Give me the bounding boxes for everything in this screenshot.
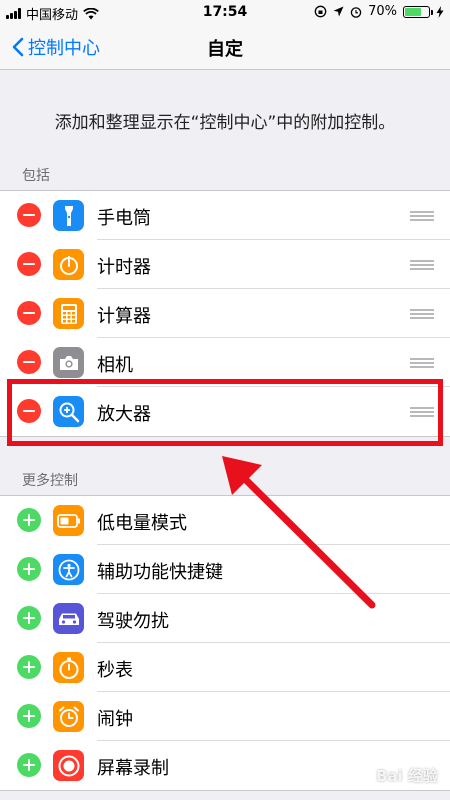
control-label: 驾驶勿扰	[97, 611, 169, 632]
orientation-lock-icon	[314, 5, 327, 18]
plus-icon-bar	[27, 612, 31, 624]
add-button[interactable]	[17, 753, 41, 777]
control-label: 计算器	[97, 306, 151, 327]
control-label: 辅助功能快捷键	[97, 562, 223, 583]
plus-icon-bar	[27, 563, 31, 575]
add-button[interactable]	[17, 508, 41, 532]
navigation-bar: 控制中心 自定	[0, 24, 450, 70]
reorder-handle[interactable]	[410, 407, 434, 417]
flashlight-icon	[53, 200, 84, 231]
accessibility-icon	[53, 554, 84, 585]
watermark: Bai 经验	[376, 767, 438, 785]
minus-icon	[23, 213, 35, 217]
minus-icon	[23, 360, 35, 364]
minus-icon	[23, 262, 35, 266]
plus-icon-bar	[27, 514, 31, 526]
car-icon	[53, 603, 84, 634]
remove-button[interactable]	[17, 252, 41, 276]
location-icon	[333, 6, 344, 17]
minus-icon	[23, 311, 35, 315]
control-label: 计时器	[97, 257, 151, 278]
control-label: 屏幕录制	[97, 758, 169, 779]
add-button[interactable]	[17, 655, 41, 679]
status-bar: 中国移动 17:54 70%	[0, 0, 450, 24]
remove-button[interactable]	[17, 399, 41, 423]
control-label: 闹钟	[97, 709, 133, 730]
alarm-status-icon	[350, 6, 362, 18]
section-header-more-controls: 更多控制	[22, 473, 78, 489]
battery-percent: 70%	[368, 4, 397, 19]
included-row: 相机	[0, 338, 450, 387]
reorder-handle[interactable]	[410, 309, 434, 319]
low-power-mode-icon	[53, 505, 84, 536]
screen-record-icon	[53, 750, 84, 781]
status-right: 70%	[314, 4, 444, 19]
charging-bolt-icon	[436, 5, 444, 18]
remove-button[interactable]	[17, 301, 41, 325]
included-controls-list: 手电筒计时器计算器相机放大器	[0, 190, 450, 437]
reorder-handle[interactable]	[410, 260, 434, 270]
calculator-icon	[53, 298, 84, 329]
section-header-included: 包括	[22, 168, 50, 184]
timer-icon	[53, 249, 84, 280]
included-row: 计算器	[0, 289, 450, 338]
plus-icon-bar	[27, 661, 31, 673]
stopwatch-icon	[53, 652, 84, 683]
camera-icon	[53, 347, 84, 378]
more-controls-row: 低电量模式	[0, 496, 450, 545]
minus-icon	[23, 409, 35, 413]
add-button[interactable]	[17, 557, 41, 581]
more-controls-list: 低电量模式辅助功能快捷键 驾驶勿扰秒表闹钟屏幕录制	[0, 495, 450, 791]
page-title: 自定	[207, 39, 243, 60]
alarm-icon	[53, 701, 84, 732]
control-label: 放大器	[97, 404, 151, 425]
control-label: 相机	[97, 355, 133, 376]
included-row: 计时器	[0, 240, 450, 289]
remove-button[interactable]	[17, 203, 41, 227]
included-row: 手电筒	[0, 191, 450, 240]
control-label: 手电筒	[97, 208, 151, 229]
control-label: 秒表	[97, 660, 133, 681]
included-row: 放大器	[0, 387, 450, 436]
battery-level	[405, 7, 422, 16]
control-label: 低电量模式	[97, 513, 187, 534]
more-controls-row: 驾驶勿扰	[0, 594, 450, 643]
more-controls-row: 闹钟	[0, 692, 450, 741]
reorder-handle[interactable]	[410, 358, 434, 368]
add-button[interactable]	[17, 704, 41, 728]
add-button[interactable]	[17, 606, 41, 630]
description-text: 添加和整理显示在“控制中心”中的附加控制。	[54, 113, 396, 133]
battery-icon	[403, 5, 433, 18]
plus-icon-bar	[27, 759, 31, 771]
more-controls-row: 辅助功能快捷键	[0, 545, 450, 594]
reorder-handle[interactable]	[410, 211, 434, 221]
more-controls-row: 秒表	[0, 643, 450, 692]
plus-icon-bar	[27, 710, 31, 722]
remove-button[interactable]	[17, 350, 41, 374]
magnifier-icon	[53, 396, 84, 427]
